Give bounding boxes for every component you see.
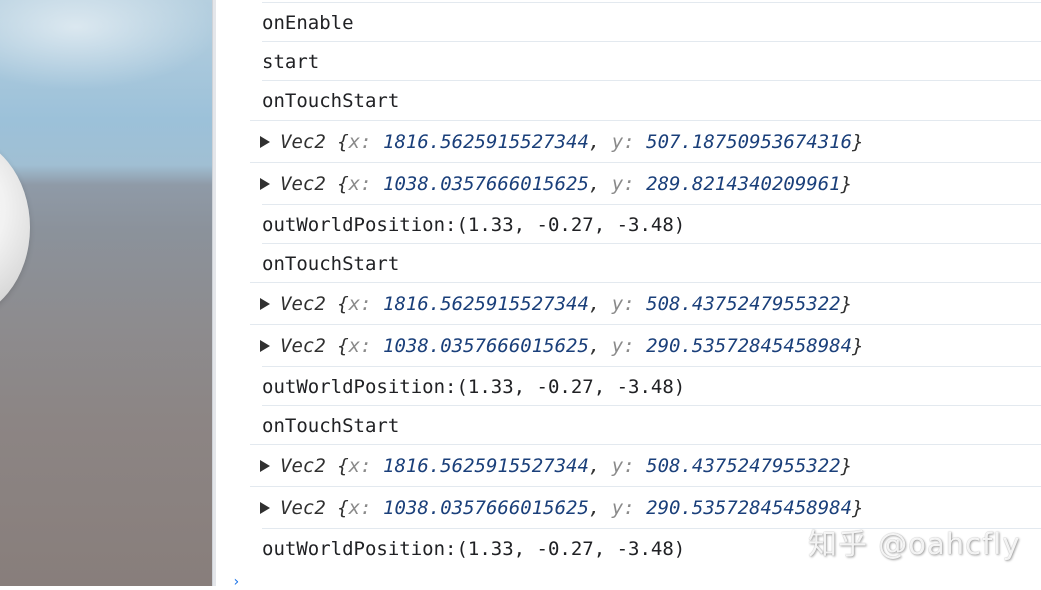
property-value-y: 289.8214340209961: [646, 172, 841, 195]
object-preview: Vec2 {x: 1816.5625915527344, y: 507.1875…: [280, 130, 864, 153]
property-value-y: 507.18750953674316: [646, 130, 853, 153]
property-key-x: x: [348, 454, 361, 477]
console-log-row: outWorldPosition:(1.33, -0.27, -3.48): [262, 366, 1041, 406]
log-message: onTouchStart: [262, 414, 400, 437]
property-value-y: 290.53572845458984: [646, 496, 853, 519]
property-key-y: y: [611, 334, 624, 357]
expand-triangle-icon[interactable]: [260, 501, 270, 514]
console-object-row[interactable]: Vec2 {x: 1816.5625915527344, y: 507.1875…: [250, 120, 1041, 162]
watermark: 知乎 @oahcfly: [808, 527, 1021, 561]
object-preview: Vec2 {x: 1038.0357666015625, y: 290.5357…: [280, 334, 864, 357]
property-value-x: 1038.0357666015625: [383, 334, 589, 357]
console-object-row[interactable]: Vec2 {x: 1816.5625915527344, y: 508.4375…: [250, 282, 1041, 324]
object-class-name: Vec2: [280, 334, 326, 357]
object-preview: Vec2 {x: 1038.0357666015625, y: 289.8214…: [280, 172, 853, 195]
property-value-x: 1816.5625915527344: [383, 130, 589, 153]
console-log-row: onTouchStart: [262, 405, 1041, 445]
property-key-x: x: [348, 130, 361, 153]
property-key-x: x: [348, 172, 361, 195]
log-message: onTouchStart: [262, 89, 400, 112]
property-value-y: 508.4375247955322: [646, 292, 841, 315]
object-preview: Vec2 {x: 1816.5625915527344, y: 508.4375…: [280, 292, 853, 315]
console-prompt-icon[interactable]: ›: [232, 574, 240, 590]
property-key-y: y: [611, 130, 624, 153]
log-message: outWorldPosition:(1.33, -0.27, -3.48): [262, 213, 686, 236]
property-value-y: 508.4375247955322: [646, 454, 841, 477]
log-message: onEnable: [262, 11, 354, 34]
property-value-x: 1816.5625915527344: [383, 292, 589, 315]
sky-cloud: [0, 0, 212, 90]
console-object-row[interactable]: Vec2 {x: 1038.0357666015625, y: 290.5357…: [250, 324, 1041, 366]
property-key-y: y: [611, 172, 624, 195]
property-key-x: x: [348, 334, 361, 357]
property-value-y: 290.53572845458984: [646, 334, 853, 357]
expand-triangle-icon[interactable]: [260, 339, 270, 352]
expand-triangle-icon[interactable]: [260, 177, 270, 190]
console-log-row: start: [262, 41, 1041, 81]
console-object-row[interactable]: Vec2 {x: 1816.5625915527344, y: 508.4375…: [250, 444, 1041, 486]
object-class-name: Vec2: [280, 292, 326, 315]
console-panel: onEnable start onTouchStart Vec2 {x: 1816.5…: [216, 0, 1041, 586]
property-key-x: x: [348, 496, 361, 519]
property-value-x: 1038.0357666015625: [383, 172, 589, 195]
object-preview: Vec2 {x: 1038.0357666015625, y: 290.5357…: [280, 496, 864, 519]
property-value-x: 1038.0357666015625: [383, 496, 589, 519]
console-log-row: onTouchStart: [262, 80, 1041, 120]
property-key-y: y: [611, 454, 624, 477]
console-object-row[interactable]: Vec2 {x: 1038.0357666015625, y: 289.8214…: [250, 162, 1041, 204]
expand-triangle-icon[interactable]: [260, 297, 270, 310]
console-log-row: outWorldPosition:(1.33, -0.27, -3.48): [262, 204, 1041, 244]
object-class-name: Vec2: [280, 130, 326, 153]
object-preview: Vec2 {x: 1816.5625915527344, y: 508.4375…: [280, 454, 853, 477]
log-message: start: [262, 50, 320, 73]
object-class-name: Vec2: [280, 454, 326, 477]
property-value-x: 1816.5625915527344: [383, 454, 589, 477]
log-message: outWorldPosition:(1.33, -0.27, -3.48): [262, 537, 686, 560]
property-key-x: x: [348, 292, 361, 315]
console-log-row: onEnable: [262, 2, 1041, 42]
property-key-y: y: [611, 292, 624, 315]
game-viewport[interactable]: [0, 0, 212, 586]
log-message: outWorldPosition:(1.33, -0.27, -3.48): [262, 375, 686, 398]
expand-triangle-icon[interactable]: [260, 459, 270, 472]
sphere-object: [0, 135, 30, 320]
log-message: onTouchStart: [262, 252, 400, 275]
object-class-name: Vec2: [280, 496, 326, 519]
property-key-y: y: [611, 496, 624, 519]
console-log-row: onTouchStart: [262, 243, 1041, 283]
expand-triangle-icon[interactable]: [260, 135, 270, 148]
object-class-name: Vec2: [280, 172, 326, 195]
